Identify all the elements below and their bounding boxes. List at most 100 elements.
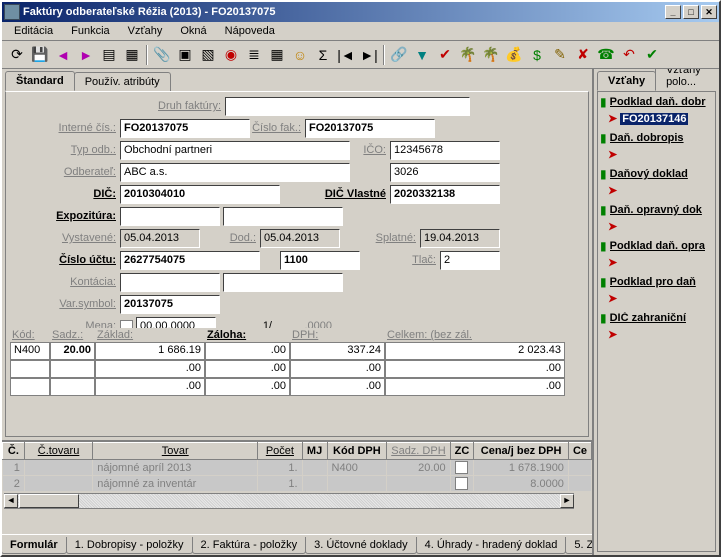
ith-zc[interactable]: ZC	[450, 443, 474, 460]
tree-selected-value[interactable]: FO20137146	[620, 113, 688, 125]
minimize-button[interactable]: _	[665, 5, 681, 19]
input-odberatel-kod[interactable]	[390, 163, 500, 182]
tot-zaklad-2[interactable]: .00	[95, 378, 205, 396]
tot-zaloha-0[interactable]: .00	[205, 342, 290, 360]
tot-dph-2[interactable]: .00	[290, 378, 385, 396]
ith-ce[interactable]: Ce	[568, 443, 591, 460]
tot-kod-0[interactable]: N400	[10, 342, 50, 360]
next-icon[interactable]: ►	[75, 44, 97, 66]
ok-icon[interactable]: ✔	[641, 44, 663, 66]
table-row[interactable]: 1nájomné apríl 20131.N40020.001 678.1900	[3, 460, 592, 476]
ith-ctovaru[interactable]: Č.tovaru	[24, 443, 92, 460]
tot-sadz-0[interactable]: 20.00	[50, 342, 95, 360]
tot-sadz-1[interactable]	[50, 360, 95, 378]
tree-item[interactable]: ▮Podklad pro daň	[598, 272, 715, 292]
tree-sub[interactable]: ➤	[598, 148, 715, 164]
undo-icon[interactable]: ↶	[618, 44, 640, 66]
tot-celkem-2[interactable]: .00	[385, 378, 565, 396]
input-typ-odb[interactable]	[120, 141, 350, 160]
tab-pouziv-atributy[interactable]: Použív. atribúty	[74, 72, 171, 91]
menu-napoveda[interactable]: Nápoveda	[217, 23, 283, 39]
input-vystavene[interactable]	[120, 229, 200, 248]
tree-item[interactable]: ▮Daň. opravný dok	[598, 200, 715, 220]
ith-cenaj[interactable]: Cena/j bez DPH	[474, 443, 569, 460]
input-kontacia-1[interactable]	[120, 273, 220, 292]
input-mena-date[interactable]	[136, 317, 216, 329]
palm1-icon[interactable]: 🌴	[457, 44, 479, 66]
tree-sub[interactable]: ➤	[598, 328, 715, 344]
ith-mj[interactable]: MJ	[302, 443, 327, 460]
relations-tree[interactable]: ▮Podklad daň. dobr➤FO20137146▮Daň. dobro…	[597, 91, 716, 552]
menu-okna[interactable]: Okná	[172, 23, 214, 39]
input-dod[interactable]	[260, 229, 340, 248]
scroll-thumb[interactable]	[19, 494, 79, 508]
input-varsymbol[interactable]	[120, 295, 220, 314]
tot-celkem-1[interactable]: .00	[385, 360, 565, 378]
pin-icon[interactable]: ▼	[411, 44, 433, 66]
form-icon[interactable]: ▦	[121, 44, 143, 66]
input-expozitura-1[interactable]	[120, 207, 220, 226]
tot-zaloha-2[interactable]: .00	[205, 378, 290, 396]
pencil-icon[interactable]: ✎	[549, 44, 571, 66]
tot-kod-2[interactable]	[10, 378, 50, 396]
ith-koddph[interactable]: Kód DPH	[327, 443, 387, 460]
bag-icon[interactable]: 💰	[503, 44, 525, 66]
phone-icon[interactable]: ☎	[595, 44, 617, 66]
tree-item[interactable]: ▮DIČ zahraniční	[598, 308, 715, 328]
tool2-icon[interactable]: ▧	[197, 44, 219, 66]
tab-standard[interactable]: Štandard	[5, 71, 75, 91]
input-cislo-uctu[interactable]	[120, 251, 260, 270]
tree-item[interactable]: ▮Daňový doklad	[598, 164, 715, 184]
tick-icon[interactable]: ✔	[434, 44, 456, 66]
btab-faktura-polozky[interactable]: 2. Faktúra - položky	[192, 537, 307, 554]
items-horizontal-scrollbar[interactable]: ◄ ►	[4, 493, 574, 509]
btab-zmazane[interactable]: 5. Zmazané	[565, 537, 592, 554]
input-dic-vlastne[interactable]	[390, 185, 500, 204]
items-table[interactable]: Č. Č.tovaru Tovar Počet MJ Kód DPH Sadz.…	[2, 442, 592, 492]
input-expozitura-2[interactable]	[223, 207, 343, 226]
menu-funkcia[interactable]: Funkcia	[63, 23, 118, 39]
red-icon[interactable]: ◉	[220, 44, 242, 66]
scroll-left-icon[interactable]: ◄	[4, 494, 18, 508]
checkbox-mena[interactable]	[120, 320, 133, 329]
btab-uhrady[interactable]: 4. Úhrady - hradený doklad	[416, 537, 567, 554]
tree-sub[interactable]: ➤FO20137146	[598, 112, 715, 128]
doc-icon[interactable]: ▤	[98, 44, 120, 66]
input-interne-cis[interactable]	[120, 119, 250, 138]
scroll-right-icon[interactable]: ►	[560, 494, 574, 508]
input-kontacia-2[interactable]	[223, 273, 343, 292]
menu-editacia[interactable]: Editácia	[6, 23, 61, 39]
input-splatne[interactable]	[420, 229, 500, 248]
close-button[interactable]: ✕	[701, 5, 717, 19]
side-tab-vztahy[interactable]: Vzťahy	[597, 71, 656, 91]
ith-sadzdph[interactable]: Sadz. DPH	[387, 443, 450, 460]
tot-sadz-2[interactable]	[50, 378, 95, 396]
tot-zaklad-1[interactable]: .00	[95, 360, 205, 378]
tot-zaklad-0[interactable]: 1 686.19	[95, 342, 205, 360]
table-row[interactable]: 2nájomné za inventár1.8.0000	[3, 476, 592, 492]
palm2-icon[interactable]: 🌴	[480, 44, 502, 66]
tree-item[interactable]: ▮Podklad daň. opra	[598, 236, 715, 256]
checkbox-zc[interactable]	[455, 477, 468, 490]
ith-c[interactable]: Č.	[3, 443, 25, 460]
input-druh-faktury[interactable]	[225, 97, 470, 116]
tool1-icon[interactable]: ▣	[174, 44, 196, 66]
btab-formular[interactable]: Formulár	[2, 537, 67, 554]
tot-dph-1[interactable]: .00	[290, 360, 385, 378]
grid-icon[interactable]: ▦	[266, 44, 288, 66]
input-banka-kod[interactable]	[280, 251, 360, 270]
clip-icon[interactable]: 📎	[151, 44, 173, 66]
refresh-icon[interactable]: ⟳	[6, 44, 28, 66]
tree-item[interactable]: ▮Podklad daň. dobr	[598, 92, 715, 112]
sum-icon[interactable]: Σ	[312, 44, 334, 66]
ith-pocet[interactable]: Počet	[258, 443, 302, 460]
tot-celkem-0[interactable]: 2 023.43	[385, 342, 565, 360]
input-tlac[interactable]	[440, 251, 500, 270]
tree-sub[interactable]: ➤	[598, 256, 715, 272]
tree-sub[interactable]: ➤	[598, 292, 715, 308]
tree-sub[interactable]: ➤	[598, 220, 715, 236]
skip-back-icon[interactable]: |◄	[335, 44, 357, 66]
list-icon[interactable]: ≣	[243, 44, 265, 66]
cross-icon[interactable]: ✘	[572, 44, 594, 66]
tree-item[interactable]: ▮Daň. dobropis	[598, 128, 715, 148]
